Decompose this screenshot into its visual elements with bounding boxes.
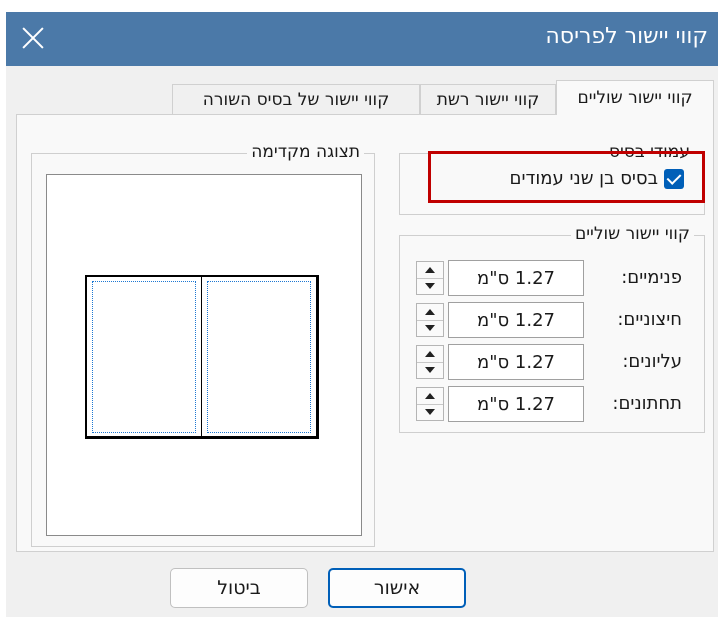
tab-grid-guides[interactable]: קווי יישור רשת bbox=[420, 84, 556, 114]
inside-margin-input[interactable]: 1.27 ס"מ bbox=[448, 260, 584, 296]
bottom-margin-spinner bbox=[416, 387, 444, 421]
spin-up-icon[interactable] bbox=[417, 346, 443, 363]
margin-guides-legend: קווי יישור שוליים bbox=[570, 224, 694, 244]
tab-margin-guides[interactable]: קווי יישור שוליים bbox=[556, 80, 714, 115]
cancel-button[interactable]: ביטול bbox=[170, 568, 308, 608]
preview-canvas bbox=[46, 174, 362, 536]
top-margin-label: עליונים: bbox=[622, 351, 682, 372]
highlight-box bbox=[428, 151, 705, 203]
inside-margin-label: פנימיים: bbox=[621, 267, 682, 288]
spin-down-icon[interactable] bbox=[417, 362, 443, 378]
top-margin-input[interactable]: 1.27 ס"מ bbox=[448, 344, 584, 380]
spin-down-icon[interactable] bbox=[417, 278, 443, 294]
outside-margin-input[interactable]: 1.27 ס"מ bbox=[448, 302, 584, 338]
bottom-margin-row: 1.27 ס"מ תחתונים: bbox=[408, 386, 692, 422]
margin-guides-group: קווי יישור שוליים 1.27 ס"מ פנימיים: 1.27… bbox=[399, 224, 705, 433]
bottom-margin-input[interactable]: 1.27 ס"מ bbox=[448, 386, 584, 422]
outside-margin-spinner bbox=[416, 303, 444, 337]
spin-down-icon[interactable] bbox=[417, 404, 443, 420]
tab-baseline-guides[interactable]: קווי יישור של בסיס השורה bbox=[172, 84, 420, 114]
ok-button[interactable]: אישור bbox=[328, 568, 466, 608]
bottom-margin-label: תחתונים: bbox=[612, 393, 682, 414]
top-margin-row: 1.27 ס"מ עליונים: bbox=[408, 344, 692, 380]
inside-margin-row: 1.27 ס"מ פנימיים: bbox=[408, 260, 692, 296]
preview-group: תצוגה מקדימה bbox=[31, 142, 375, 547]
right-page-margin-guides bbox=[207, 281, 311, 433]
top-margin-spinner bbox=[416, 345, 444, 379]
spin-down-icon[interactable] bbox=[417, 320, 443, 336]
dialog-title: קווי יישור לפריסה bbox=[545, 24, 708, 49]
page-spine bbox=[201, 277, 202, 436]
title-bar: קווי יישור לפריסה bbox=[6, 12, 718, 66]
preview-legend: תצוגה מקדימה bbox=[247, 142, 364, 162]
outside-margin-row: 1.27 ס"מ חיצוניים: bbox=[408, 302, 692, 338]
close-icon[interactable] bbox=[16, 21, 50, 55]
inside-margin-spinner bbox=[416, 261, 444, 295]
left-page-margin-guides bbox=[92, 281, 196, 433]
spin-up-icon[interactable] bbox=[417, 388, 443, 405]
layout-guides-dialog: קווי יישור לפריסה קווי יישור של בסיס השו… bbox=[6, 12, 718, 617]
spin-up-icon[interactable] bbox=[417, 304, 443, 321]
outside-margin-label: חיצוניים: bbox=[617, 309, 682, 330]
two-page-spread-preview bbox=[85, 275, 319, 439]
spin-up-icon[interactable] bbox=[417, 262, 443, 279]
